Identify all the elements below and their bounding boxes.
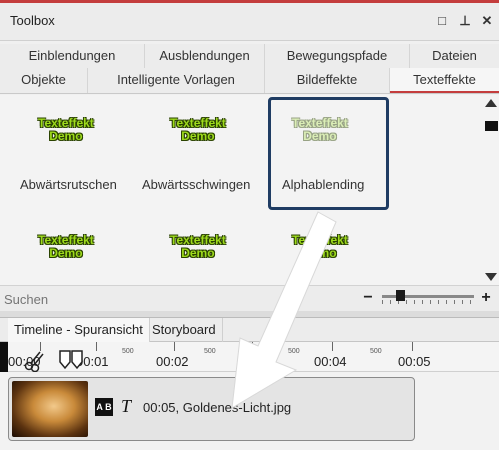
thumb-text-line1: Texteffekt: [292, 116, 348, 130]
thumb-text-line1: Texteffekt: [170, 233, 226, 247]
thumb-text-line2: Demo: [303, 129, 337, 143]
ruler-tick: [412, 342, 413, 351]
effect-thumbnail-abwaertsschwingen[interactable]: Texteffekt Demo: [170, 117, 226, 143]
maximize-icon[interactable]: □: [432, 11, 452, 31]
timeline-clip[interactable]: A B T 00:05, Goldenes-Licht.jpg: [8, 377, 415, 441]
ruler-tick: [252, 342, 253, 351]
marker-icon[interactable]: [58, 350, 86, 370]
pin-icon[interactable]: ⊥: [455, 11, 475, 31]
thumb-text-line1: Texteffekt: [38, 233, 94, 247]
toolbox-titlebar: Toolbox □ ⊥ ✕: [0, 3, 499, 41]
effect-label-abwaertsrutschen[interactable]: Abwärtsrutschen: [20, 177, 117, 192]
zoom-slider-thumb[interactable]: [396, 290, 406, 301]
scroll-thumb[interactable]: [485, 121, 498, 131]
thumb-text-line1: Texteffekt: [170, 116, 226, 130]
ruler-time-label: 00:02: [156, 354, 189, 369]
ruler-tick: [332, 342, 333, 351]
window-title: Toolbox: [10, 13, 55, 28]
text-effect-icon[interactable]: A B: [95, 398, 113, 416]
ruler-small-label: 500: [288, 348, 300, 355]
close-icon[interactable]: ✕: [477, 11, 497, 31]
thumb-text-line1: Texteffekt: [292, 233, 348, 247]
zoom-out-button[interactable]: −: [360, 289, 376, 309]
tab-timeline-spuransicht[interactable]: Timeline - Spuransicht: [8, 318, 150, 342]
scroll-up-icon[interactable]: [485, 99, 497, 107]
scroll-down-icon[interactable]: [485, 273, 497, 281]
tab-intelligente-vorlagen[interactable]: Intelligente Vorlagen: [88, 68, 265, 93]
ruler-small-label: 500: [204, 348, 216, 355]
ruler-small-label: 500: [122, 348, 134, 355]
effect-label-alphablending[interactable]: Alphablending: [282, 177, 364, 192]
effect-thumbnail-alphablending[interactable]: Texteffekt Demo: [292, 117, 348, 143]
thumb-text-line2: Demo: [181, 129, 215, 143]
effect-label-abwaertsschwingen[interactable]: Abwärtsschwingen: [142, 177, 250, 192]
effect-thumbnail-abwaertsrutschen[interactable]: Texteffekt Demo: [38, 117, 94, 143]
selected-effect-frame[interactable]: [268, 97, 389, 210]
effects-scrollbar[interactable]: [483, 95, 499, 285]
search-input[interactable]: [4, 289, 344, 309]
tabs-row-bottom: Objekte Intelligente Vorlagen Bildeffekt…: [0, 68, 499, 94]
zoom-in-button[interactable]: +: [478, 288, 494, 308]
effect-thumbnail-row2-1[interactable]: Texteffekt Demo: [38, 234, 94, 260]
search-bar: − +: [0, 285, 499, 311]
effect-thumbnail-row2-3[interactable]: Texteffekt Demo: [292, 234, 348, 260]
panel-divider[interactable]: [0, 311, 499, 318]
tab-objekte[interactable]: Objekte: [0, 68, 88, 93]
timeline-track: A B T 00:05, Goldenes-Licht.jpg: [0, 372, 499, 450]
thumb-text-line2: Demo: [181, 246, 215, 260]
tab-texteffekte[interactable]: Texteffekte: [390, 68, 499, 93]
scissors-icon[interactable]: [24, 350, 46, 372]
fx-icon[interactable]: T: [121, 396, 139, 416]
thumb-text-line2: Demo: [49, 246, 83, 260]
effect-thumbnail-row2-2[interactable]: Texteffekt Demo: [170, 234, 226, 260]
ruler-time-label: 00:05: [398, 354, 431, 369]
tab-storyboard[interactable]: Storyboard: [146, 318, 223, 342]
thumb-text-line1: Texteffekt: [38, 116, 94, 130]
ruler-time-label: 00:04: [314, 354, 347, 369]
clip-thumbnail: [12, 381, 88, 437]
tab-ausblendungen[interactable]: Ausblendungen: [145, 44, 265, 68]
ruler-tick: [174, 342, 175, 351]
ruler-small-label: 500: [370, 348, 382, 355]
thumb-text-line2: Demo: [49, 129, 83, 143]
tabs-row-top: Einblendungen Ausblendungen Bewegungspfa…: [0, 44, 499, 68]
ruler-tick: [96, 342, 97, 351]
tab-dateien[interactable]: Dateien: [410, 44, 499, 68]
tab-bewegungspfade[interactable]: Bewegungspfade: [265, 44, 410, 68]
thumb-text-line2: Demo: [303, 246, 337, 260]
clip-label: 00:05, Goldenes-Licht.jpg: [143, 400, 292, 415]
timeline-tabs: Timeline - Spuransicht Storyboard: [0, 318, 499, 342]
tab-bildeffekte[interactable]: Bildeffekte: [265, 68, 390, 93]
tab-einblendungen[interactable]: Einblendungen: [0, 44, 145, 68]
